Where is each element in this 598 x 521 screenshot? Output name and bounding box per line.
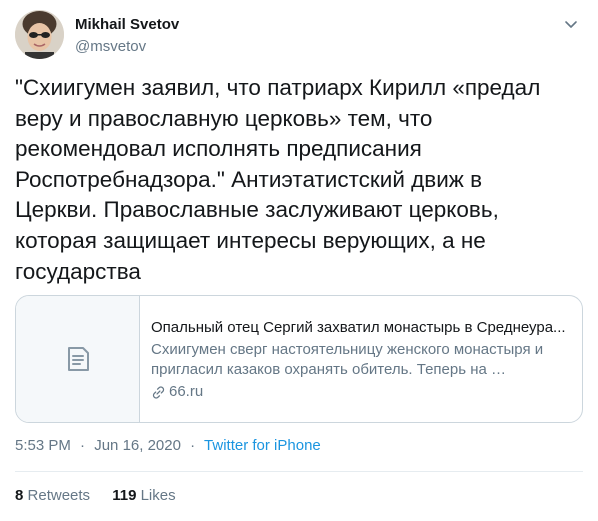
tweet-date[interactable]: Jun 16, 2020 bbox=[94, 437, 181, 454]
retweets-label: Retweets bbox=[27, 487, 91, 504]
retweets-stat[interactable]: 8 Retweets bbox=[15, 487, 94, 504]
meta-separator: · bbox=[190, 437, 196, 454]
tweet-meta: 5:53 PM · Jun 16, 2020 · Twitter for iPh… bbox=[15, 436, 321, 456]
document-icon bbox=[68, 347, 89, 371]
likes-label: Likes bbox=[140, 487, 176, 504]
link-preview-card[interactable]: Опальный отец Сергий захватил монастырь … bbox=[15, 295, 583, 423]
avatar[interactable] bbox=[15, 10, 64, 59]
tweet-text: "Схиигумен заявил, что патриарх Кирилл «… bbox=[15, 75, 541, 284]
card-domain-text: 66.ru bbox=[169, 383, 204, 400]
divider bbox=[15, 471, 583, 472]
tweet-source-link[interactable]: Twitter for iPhone bbox=[204, 437, 321, 454]
tweet-header: Mikhail Svetov @msvetov bbox=[15, 10, 583, 62]
author-display-name[interactable]: Mikhail Svetov bbox=[75, 15, 179, 35]
meta-separator: · bbox=[80, 437, 86, 454]
retweets-count: 8 bbox=[15, 487, 24, 504]
tweet-stats: 8 Retweets 119 Likes bbox=[15, 486, 194, 506]
card-description: Схиигумен сверг настоятельницу женского … bbox=[151, 341, 544, 378]
likes-stat[interactable]: 119 Likes bbox=[112, 487, 175, 504]
card-title: Опальный отец Сергий захватил монастырь … bbox=[151, 319, 566, 336]
author-handle[interactable]: @msvetov bbox=[75, 37, 179, 57]
card-domain: 66.ru bbox=[151, 382, 571, 402]
card-thumbnail bbox=[16, 296, 140, 422]
chevron-down-icon[interactable] bbox=[561, 14, 581, 34]
tweet-time[interactable]: 5:53 PM bbox=[15, 437, 71, 454]
likes-count: 119 bbox=[112, 487, 137, 504]
link-icon bbox=[152, 385, 165, 399]
